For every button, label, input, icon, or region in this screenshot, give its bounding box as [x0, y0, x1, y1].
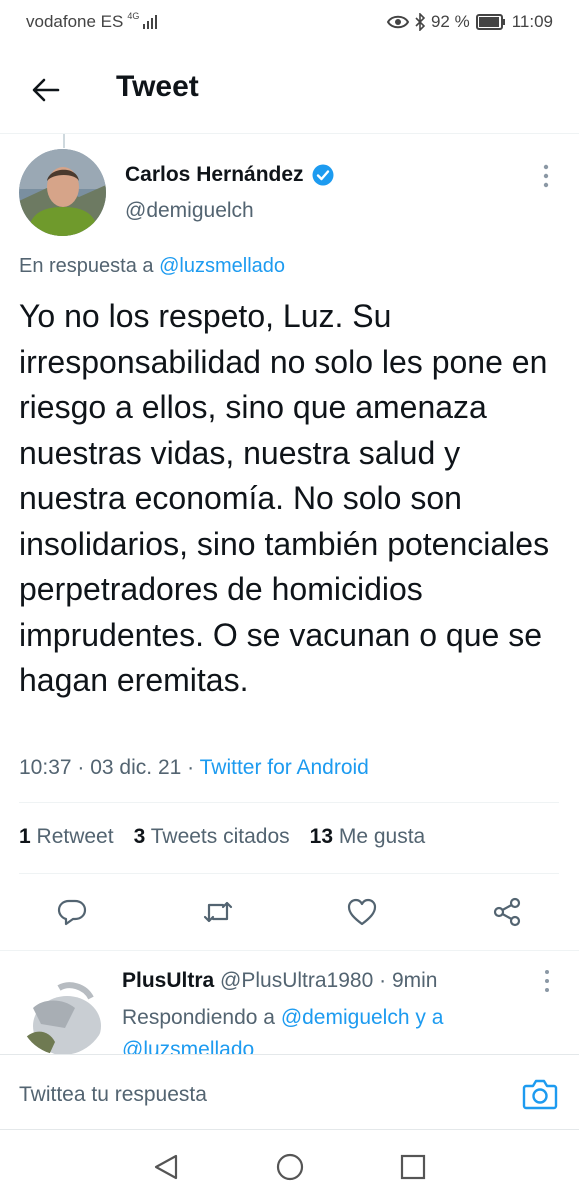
thread-connector-line — [63, 134, 65, 148]
bluetooth-icon — [415, 13, 425, 31]
tweet-date: 03 dic. 21 — [90, 756, 182, 779]
top-app-bar: Tweet — [0, 44, 579, 134]
quotes-label: Tweets citados — [150, 825, 290, 848]
reply-author-name[interactable]: PlusUltra — [122, 969, 214, 992]
eye-icon — [386, 15, 409, 29]
arrow-left-icon — [32, 78, 60, 102]
network-type: 4G — [127, 11, 140, 21]
responding-conjunction: y a — [415, 1006, 444, 1029]
likes-stat[interactable]: 13 Me gusta — [310, 825, 426, 849]
battery-icon — [475, 14, 505, 30]
author-avatar-image — [19, 149, 106, 236]
likes-label: Me gusta — [338, 825, 426, 848]
reply-compose-bar — [0, 1054, 579, 1129]
author-name[interactable]: Carlos Hernández — [125, 163, 334, 187]
quotes-count: 3 — [133, 825, 146, 848]
tweet-stats: 1 Retweet 3 Tweets citados 13 Me gusta — [19, 825, 425, 849]
nav-back-icon — [154, 1154, 178, 1180]
nav-home-button[interactable] — [275, 1152, 305, 1182]
reply-avatar[interactable] — [19, 968, 106, 1055]
reply-avatar-image — [19, 968, 106, 1055]
divider — [19, 802, 559, 803]
status-left: vodafone ES 4G — [26, 11, 159, 32]
likes-count: 13 — [309, 825, 333, 848]
quotes-stat[interactable]: 3 Tweets citados — [134, 825, 290, 849]
retweets-stat[interactable]: 1 Retweet — [19, 825, 114, 849]
author-name-text: Carlos Hernández — [125, 163, 304, 186]
divider — [19, 873, 559, 874]
reply-bubble-icon — [57, 899, 87, 926]
retweet-button[interactable] — [198, 890, 238, 934]
camera-button[interactable] — [522, 1077, 558, 1111]
responding-link-2[interactable]: @luzsmellado — [122, 1038, 254, 1054]
like-button[interactable] — [342, 890, 382, 934]
nav-back-button[interactable] — [152, 1152, 182, 1182]
status-right: 92 % 11:09 — [386, 12, 553, 32]
retweet-icon — [203, 901, 233, 923]
more-vertical-icon — [545, 970, 549, 992]
nav-recents-icon — [400, 1154, 426, 1180]
verified-badge-icon — [312, 164, 334, 186]
reply-button[interactable] — [52, 890, 92, 934]
replying-to-label: En respuesta a — [19, 255, 154, 277]
nav-home-icon — [276, 1153, 304, 1181]
reply-author-handle[interactable]: @PlusUltra1980 — [220, 969, 373, 992]
divider — [0, 950, 579, 951]
battery-percent: 92 % — [430, 12, 470, 31]
reply-age: 9min — [391, 969, 438, 992]
share-button[interactable] — [487, 890, 527, 934]
share-icon — [493, 897, 521, 927]
back-button[interactable] — [28, 72, 64, 108]
carrier-name: vodafone ES — [26, 12, 124, 31]
signal-icon — [143, 15, 158, 29]
reply-input[interactable] — [19, 1083, 459, 1107]
status-bar: vodafone ES 4G 92 % 11:09 — [0, 0, 579, 44]
retweets-count: 1 — [19, 825, 31, 848]
tweet-actions — [0, 890, 579, 940]
clock: 11:09 — [511, 12, 553, 31]
responding-label: Respondiendo a — [122, 1006, 275, 1029]
heart-icon — [347, 898, 377, 926]
tweet-timestamp: 10:37 · 03 dic. 21 · Twitter for Android — [19, 756, 369, 779]
responding-link-1[interactable]: @demiguelch — [281, 1006, 410, 1029]
tweet-more-button[interactable] — [536, 162, 556, 190]
author-handle[interactable]: @demiguelch — [125, 199, 254, 223]
system-navigation-bar — [0, 1129, 579, 1200]
nav-recents-button[interactable] — [398, 1152, 428, 1182]
tweet-text: Yo no los respeto, Luz. Su irresponsabil… — [19, 298, 550, 698]
tweet-source-link[interactable]: Twitter for Android — [200, 756, 369, 779]
retweets-label: Retweet — [36, 825, 114, 848]
reply-responding-to: Respondiendo a @demiguelch y a @luzsmell… — [122, 1002, 562, 1054]
author-avatar[interactable] — [19, 149, 106, 236]
replying-to-link[interactable]: @luzsmellado — [159, 255, 285, 277]
tweet-time: 10:37 — [19, 756, 72, 779]
page-title: Tweet — [116, 70, 199, 103]
reply-more-button[interactable] — [538, 968, 556, 994]
more-vertical-icon — [543, 164, 549, 188]
reply-header: PlusUltra @PlusUltra1980 · 9min — [122, 969, 438, 992]
camera-icon — [522, 1079, 558, 1110]
replying-to-line: En respuesta a @luzsmellado — [19, 255, 285, 278]
